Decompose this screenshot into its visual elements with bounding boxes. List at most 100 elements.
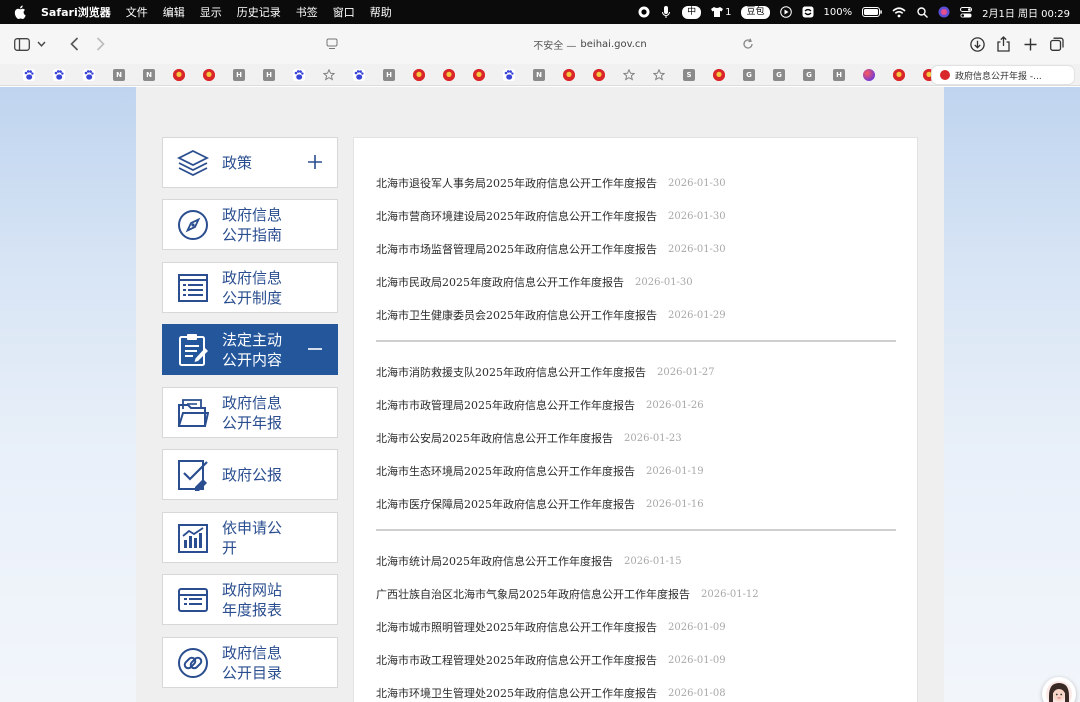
favorite-item[interactable]: N (134, 64, 164, 86)
shirt-icon[interactable]: 1 (711, 5, 731, 19)
record-icon[interactable] (638, 5, 650, 19)
menu-file[interactable]: 文件 (126, 4, 148, 20)
menu-bookmarks[interactable]: 书签 (296, 4, 318, 20)
download-icon[interactable] (970, 34, 985, 54)
favorite-item[interactable]: N (524, 64, 554, 86)
menu-app-name[interactable]: Safari浏览器 (41, 4, 111, 20)
battery-icon[interactable] (862, 5, 882, 19)
report-title-link[interactable]: 北海市生态环境局2025年政府信息公开工作年度报告 (376, 463, 635, 479)
report-title-link[interactable]: 北海市营商环境建设局2025年政府信息公开工作年度报告 (376, 208, 657, 224)
back-arrow-icon[interactable] (70, 34, 79, 54)
favorite-item[interactable] (344, 64, 374, 86)
sidebar-item-3[interactable]: 政府信息 公开制度 (162, 262, 338, 313)
favorite-item[interactable]: S (674, 64, 704, 86)
favorite-item[interactable] (884, 64, 914, 86)
report-title-link[interactable]: 北海市统计局2025年政府信息公开工作年度报告 (376, 553, 613, 569)
favorite-item[interactable]: H (374, 64, 404, 86)
favorite-item[interactable] (704, 64, 734, 86)
page-menu-icon[interactable] (326, 34, 338, 54)
spotlight-search-icon[interactable] (916, 5, 928, 19)
list-item[interactable]: 北海市环境卫生管理处2025年政府信息公开工作年度报告 2026-01-08 (376, 684, 726, 702)
sidebar-item-6[interactable]: 政府公报 (162, 449, 338, 500)
favorite-item[interactable] (284, 64, 314, 86)
favorite-item[interactable] (464, 64, 494, 86)
assistant-avatar[interactable] (1042, 677, 1076, 702)
list-item[interactable]: 广西壮族自治区北海市气象局2025年政府信息公开工作年度报告 2026-01-12 (376, 585, 759, 603)
favorite-item[interactable]: G (734, 64, 764, 86)
list-item[interactable]: 北海市医疗保障局2025年政府信息公开工作年度报告 2026-01-16 (376, 495, 704, 513)
list-item[interactable]: 北海市市场监督管理局2025年政府信息公开工作年度报告 2026-01-30 (376, 240, 726, 258)
report-title-link[interactable]: 北海市卫生健康委员会2025年政府信息公开工作年度报告 (376, 307, 657, 323)
list-item[interactable]: 北海市市政管理局2025年政府信息公开工作年度报告 2026-01-26 (376, 396, 704, 414)
favorite-item[interactable] (644, 64, 674, 86)
play-circle-icon[interactable] (779, 5, 792, 19)
sidebar-item-1[interactable]: 政策 (162, 137, 338, 188)
list-item[interactable]: 北海市生态环境局2025年政府信息公开工作年度报告 2026-01-19 (376, 462, 704, 480)
douban-indicator[interactable]: 豆包 (741, 5, 770, 19)
favorite-item[interactable] (404, 64, 434, 86)
list-item[interactable]: 北海市市政工程管理处2025年政府信息公开工作年度报告 2026-01-09 (376, 651, 726, 669)
sidebar-item-2[interactable]: 政府信息 公开指南 (162, 199, 338, 250)
favorite-item[interactable] (164, 64, 194, 86)
favorite-item[interactable] (44, 64, 74, 86)
forward-arrow-icon[interactable] (96, 34, 105, 54)
favorite-item[interactable] (14, 64, 44, 86)
sidebar-item-9[interactable]: 政府信息 公开目录 (162, 637, 338, 688)
report-title-link[interactable]: 北海市消防救援支队2025年政府信息公开工作年度报告 (376, 364, 646, 380)
favorite-item[interactable] (494, 64, 524, 86)
input-method-indicator[interactable]: 中 (682, 5, 702, 19)
list-item[interactable]: 北海市统计局2025年政府信息公开工作年度报告 2026-01-15 (376, 552, 682, 570)
plus-icon[interactable] (307, 154, 323, 170)
menu-view[interactable]: 显示 (200, 4, 222, 20)
report-title-link[interactable]: 北海市环境卫生管理处2025年政府信息公开工作年度报告 (376, 685, 657, 701)
favorite-item[interactable] (194, 64, 224, 86)
tab-overview-icon[interactable] (1050, 34, 1064, 54)
favorite-item[interactable]: H (224, 64, 254, 86)
sync-app-icon[interactable] (802, 5, 814, 19)
menu-edit[interactable]: 编辑 (163, 4, 185, 20)
report-title-link[interactable]: 北海市公安局2025年政府信息公开工作年度报告 (376, 430, 613, 446)
sidebar-item-7[interactable]: 依申请公开 (162, 512, 338, 563)
reload-icon[interactable] (742, 34, 754, 54)
favorite-item[interactable] (434, 64, 464, 86)
favorite-item[interactable]: G (764, 64, 794, 86)
report-title-link[interactable]: 北海市市政工程管理处2025年政府信息公开工作年度报告 (376, 652, 657, 668)
list-item[interactable]: 北海市民政局2025年度政府信息公开工作年度报告 2026-01-30 (376, 273, 693, 291)
favorite-item[interactable] (74, 64, 104, 86)
report-title-link[interactable]: 北海市市场监督管理局2025年政府信息公开工作年度报告 (376, 241, 657, 257)
list-item[interactable]: 北海市公安局2025年政府信息公开工作年度报告 2026-01-23 (376, 429, 682, 447)
list-item[interactable]: 北海市消防救援支队2025年政府信息公开工作年度报告 2026-01-27 (376, 363, 715, 381)
siri-icon[interactable] (938, 5, 950, 19)
menu-window[interactable]: 窗口 (333, 4, 355, 20)
favorite-item[interactable] (854, 64, 884, 86)
favorite-item[interactable]: N (104, 64, 134, 86)
favorite-item[interactable]: H (824, 64, 854, 86)
wifi-icon[interactable] (892, 5, 906, 19)
chevron-down-icon[interactable] (37, 34, 46, 54)
tab-active[interactable]: 政府信息公开年报 -... (932, 66, 1074, 84)
favorite-item[interactable]: G (794, 64, 824, 86)
share-icon[interactable] (997, 34, 1010, 54)
minus-icon[interactable] (307, 341, 323, 357)
favorite-item[interactable] (614, 64, 644, 86)
sidebar-item-8[interactable]: 政府网站 年度报表 (162, 574, 338, 625)
clock-datetime[interactable]: 2月1日 周日 00:29 (982, 5, 1070, 20)
sidebar-toggle-icon[interactable] (14, 34, 30, 54)
menu-help[interactable]: 帮助 (370, 4, 392, 20)
report-title-link[interactable]: 北海市市政管理局2025年政府信息公开工作年度报告 (376, 397, 635, 413)
report-title-link[interactable]: 北海市城市照明管理处2025年政府信息公开工作年度报告 (376, 619, 657, 635)
apple-icon[interactable] (13, 5, 27, 19)
report-title-link[interactable]: 北海市医疗保障局2025年政府信息公开工作年度报告 (376, 496, 635, 512)
list-item[interactable]: 北海市营商环境建设局2025年政府信息公开工作年度报告 2026-01-30 (376, 207, 726, 225)
sidebar-item-5[interactable]: 政府信息 公开年报 (162, 387, 338, 438)
menu-history[interactable]: 历史记录 (237, 4, 281, 20)
list-item[interactable]: 北海市退役军人事务局2025年政府信息公开工作年度报告 2026-01-30 (376, 174, 726, 192)
control-center-icon[interactable] (960, 5, 973, 19)
new-tab-icon[interactable] (1024, 34, 1037, 54)
favorite-item[interactable]: H (254, 64, 284, 86)
sidebar-item-4[interactable]: 法定主动 公开内容 (162, 324, 338, 375)
report-title-link[interactable]: 北海市退役军人事务局2025年政府信息公开工作年度报告 (376, 175, 657, 191)
list-item[interactable]: 北海市城市照明管理处2025年政府信息公开工作年度报告 2026-01-09 (376, 618, 726, 636)
report-title-link[interactable]: 广西壮族自治区北海市气象局2025年政府信息公开工作年度报告 (376, 586, 690, 602)
favorite-item[interactable] (584, 64, 614, 86)
